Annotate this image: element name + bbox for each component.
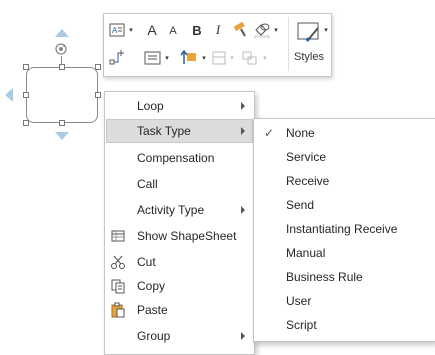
shape-text-icon[interactable]: A [109,23,125,37]
submenu-item-label: Service [286,150,327,164]
menu-item-show-shapesheet[interactable]: Show ShapeSheet [106,224,253,248]
mini-toolbar: A ▾ A A B I ▾ ▾ ▾ ▾ ▾ ▾ Styles [103,13,332,77]
submenu-item-label: Instantiating Receive [286,222,398,236]
text-align-icon[interactable] [144,51,162,65]
chevron-down-icon[interactable]: ▾ [163,54,171,62]
toolbar-separator [288,17,289,71]
format-painter-icon[interactable] [232,22,250,38]
submenu-item-receive[interactable]: Receive [255,169,434,193]
chevron-down-icon[interactable]: ▾ [322,26,330,34]
submenu-item-label: Manual [286,246,326,260]
auto-connect-up-arrow[interactable] [55,29,69,37]
menu-item-label: Task Type [137,124,191,138]
submenu-item-instantiating-receive[interactable]: Instantiating Receive [255,217,434,241]
shapesheet-icon [110,228,126,244]
menu-item-loop[interactable]: Loop [106,94,253,118]
menu-item-activity-type[interactable]: Activity Type [106,198,253,222]
menu-item-label: Show ShapeSheet [137,229,237,243]
copy-icon [110,278,126,294]
resize-handle-w[interactable] [23,92,29,98]
resize-handle-s[interactable] [59,120,65,126]
bring-forward-icon[interactable] [180,50,198,66]
submenu-item-label: Script [286,318,317,332]
resize-handle-ne[interactable] [95,64,101,70]
resize-handle-e[interactable] [95,92,101,98]
submenu-item-label: Receive [286,174,330,188]
menu-item-label: Cut [137,255,156,269]
menu-item-paste[interactable]: Paste [106,298,253,322]
styles-button-label[interactable]: Styles [291,50,327,64]
italic-button[interactable]: I [211,21,225,39]
svg-text:A: A [112,26,118,35]
menu-item-compensation[interactable]: Compensation [106,146,253,170]
menu-item-label: Group [137,329,171,343]
menu-item-label: Copy [137,279,166,293]
group-icon[interactable] [242,51,258,65]
increase-font-size-button[interactable]: A [144,21,160,39]
menu-item-cut[interactable]: Cut [106,250,253,274]
submenu-item-label: User [286,294,312,308]
connector-icon[interactable] [109,49,125,65]
submenu-arrow-icon [241,206,245,214]
submenu-item-script[interactable]: Script [255,313,434,337]
menu-item-label: Activity Type [137,203,205,217]
submenu-item-label: None [286,126,315,140]
selected-task-shape[interactable] [26,67,98,123]
submenu-item-label: Send [286,198,315,212]
submenu-arrow-icon [241,102,245,110]
chevron-down-icon[interactable]: ▾ [228,54,236,62]
chevron-down-icon[interactable]: ▾ [127,26,135,34]
rotate-handle-icon[interactable] [54,42,68,56]
menu-item-label: Paste [137,303,168,317]
decrease-font-size-button[interactable]: A [166,23,180,39]
scissors-icon [110,254,126,270]
task-type-submenu: ✓ None Service Receive Send Instantiatin… [253,118,435,342]
submenu-item-send[interactable]: Send [255,193,434,217]
bold-button[interactable]: B [190,21,204,39]
auto-connect-down-arrow[interactable] [55,132,69,140]
menu-item-label: Loop [137,99,164,113]
paste-icon [110,302,126,318]
submenu-arrow-icon [241,332,245,340]
send-backward-icon[interactable] [212,51,226,65]
chevron-down-icon[interactable]: ▾ [200,54,208,62]
menu-item-group[interactable]: Group [106,324,253,348]
fill-color-icon[interactable] [253,22,271,38]
menu-item-call[interactable]: Call [106,172,253,196]
submenu-item-service[interactable]: Service [255,145,434,169]
submenu-item-none[interactable]: ✓ None [255,121,434,145]
styles-icon[interactable] [296,20,322,46]
chevron-down-icon[interactable]: ▾ [261,54,269,62]
resize-handle-nw[interactable] [23,64,29,70]
submenu-item-manual[interactable]: Manual [255,241,434,265]
context-menu: Loop Task Type Compensation Call Activit… [104,91,255,355]
resize-handle-sw[interactable] [23,120,29,126]
menu-item-task-type[interactable]: Task Type [106,119,253,143]
submenu-item-user[interactable]: User [255,289,434,313]
auto-connect-left-arrow[interactable] [5,88,13,102]
checkmark-icon: ✓ [264,126,275,140]
submenu-item-business-rule[interactable]: Business Rule [255,265,434,289]
menu-item-copy[interactable]: Copy [106,274,253,298]
menu-item-label: Compensation [137,151,215,165]
submenu-arrow-icon [241,127,245,135]
submenu-item-label: Business Rule [286,270,363,284]
chevron-down-icon[interactable]: ▾ [272,26,280,34]
menu-item-label: Call [137,177,158,191]
resize-handle-n[interactable] [59,64,65,70]
